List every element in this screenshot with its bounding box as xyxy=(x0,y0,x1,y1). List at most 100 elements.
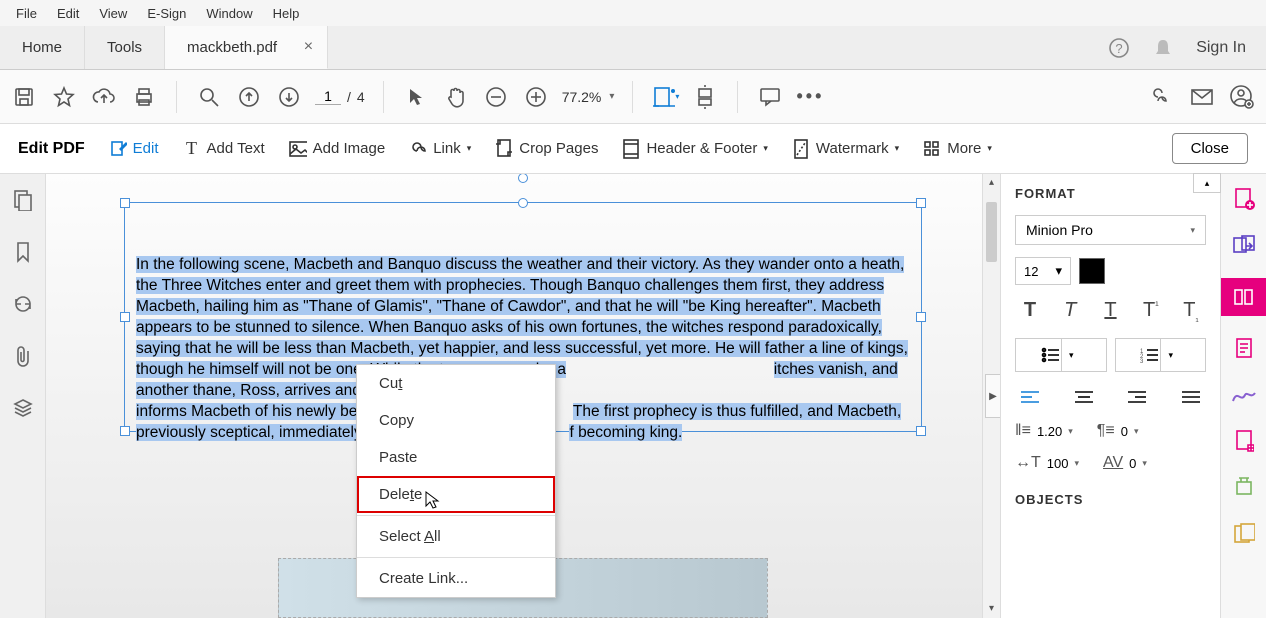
account-icon[interactable] xyxy=(1228,83,1256,111)
header-footer-button[interactable]: Header & Footer ▾ xyxy=(622,140,767,158)
ctx-create-link[interactable]: Create Link... xyxy=(357,560,555,597)
bold-button[interactable]: T xyxy=(1015,299,1045,324)
export-pdf-icon[interactable] xyxy=(1231,336,1257,362)
caret-icon[interactable]: ▾ xyxy=(1061,339,1081,371)
scroll-thumb[interactable] xyxy=(986,202,997,262)
hand-tool-icon[interactable] xyxy=(442,83,470,111)
attachment-icon[interactable] xyxy=(11,344,35,368)
print-icon[interactable] xyxy=(130,83,158,111)
sign-in-link[interactable]: Sign In xyxy=(1196,39,1246,57)
select-tool-icon[interactable] xyxy=(402,83,430,111)
save-icon[interactable] xyxy=(10,83,38,111)
fit-width-icon[interactable]: ▾ xyxy=(651,83,679,111)
close-tab-icon[interactable]: × xyxy=(304,38,313,56)
caret-icon[interactable]: ▾ xyxy=(1160,339,1180,371)
add-image-button[interactable]: Add Image xyxy=(289,140,386,158)
ctx-paste[interactable]: Paste xyxy=(357,439,555,476)
resize-handle[interactable] xyxy=(518,198,528,208)
superscript-button[interactable]: T¹ xyxy=(1136,299,1166,324)
resize-handle[interactable] xyxy=(916,426,926,436)
tab-document[interactable]: mackbeth.pdf × xyxy=(165,26,328,69)
bell-icon[interactable] xyxy=(1152,37,1174,59)
organize-icon[interactable] xyxy=(1231,428,1257,454)
ctx-divider xyxy=(357,515,555,516)
zoom-dropdown[interactable]: 77.2%▾ xyxy=(562,89,615,105)
help-icon[interactable]: ? xyxy=(1108,37,1130,59)
email-icon[interactable] xyxy=(1188,83,1216,111)
resize-handle[interactable] xyxy=(916,198,926,208)
thumbnails-icon[interactable] xyxy=(11,188,35,212)
ctx-select-all[interactable]: Select All xyxy=(357,518,555,555)
horizontal-scale-dropdown[interactable]: ↔T100▾ xyxy=(1015,454,1079,472)
menu-edit[interactable]: Edit xyxy=(47,3,89,24)
more-button[interactable]: More ▾ xyxy=(923,140,992,158)
tab-tools[interactable]: Tools xyxy=(85,26,165,69)
search-icon[interactable] xyxy=(195,83,223,111)
line-spacing-dropdown[interactable]: ‖≡1.20▾ xyxy=(1015,422,1073,440)
scroll-down-icon[interactable]: ▾ xyxy=(983,600,1000,618)
subscript-button[interactable]: T₁ xyxy=(1176,299,1206,324)
collapse-format-icon[interactable]: ▴ xyxy=(1193,173,1221,193)
resize-handle[interactable] xyxy=(120,426,130,436)
font-dropdown[interactable]: Minion Pro▾ xyxy=(1015,215,1206,245)
watermark-button[interactable]: Watermark ▾ xyxy=(792,140,899,158)
underline-button[interactable]: T xyxy=(1096,299,1126,324)
align-justify-button[interactable] xyxy=(1176,386,1206,408)
combine-files-icon[interactable] xyxy=(1231,232,1257,258)
ctx-copy[interactable]: Copy xyxy=(357,402,555,439)
comment-icon[interactable] xyxy=(756,83,784,111)
resize-handle[interactable] xyxy=(120,312,130,322)
italic-button[interactable]: T xyxy=(1055,299,1085,324)
scroll-up-icon[interactable]: ▴ xyxy=(983,174,1000,192)
font-color-swatch[interactable] xyxy=(1079,258,1105,284)
create-pdf-icon[interactable] xyxy=(1231,186,1257,212)
menu-window[interactable]: Window xyxy=(196,3,262,24)
font-size-dropdown[interactable]: 12▾ xyxy=(1015,257,1071,285)
next-page-icon[interactable] xyxy=(275,83,303,111)
bullet-list-button[interactable]: ▾ xyxy=(1015,338,1107,372)
resize-handle[interactable] xyxy=(916,312,926,322)
star-icon[interactable] xyxy=(50,83,78,111)
document-view[interactable]: In the following scene, Macbeth and Banq… xyxy=(46,174,1000,618)
scroll-mode-icon[interactable] xyxy=(691,83,719,111)
align-left-button[interactable] xyxy=(1015,386,1045,408)
edit-pdf-icon[interactable] xyxy=(1221,278,1266,316)
undo-redo-icon[interactable] xyxy=(11,292,35,316)
close-button[interactable]: Close xyxy=(1172,133,1248,164)
menu-bar: File Edit View E-Sign Window Help xyxy=(0,0,1266,26)
bookmark-icon[interactable] xyxy=(11,240,35,264)
tab-home[interactable]: Home xyxy=(0,26,85,69)
font-name: Minion Pro xyxy=(1026,222,1093,238)
more-tools-icon[interactable]: ••• xyxy=(796,83,824,111)
number-list-button[interactable]: 123 ▾ xyxy=(1115,338,1207,372)
edit-button[interactable]: Edit xyxy=(109,140,159,158)
rotate-handle[interactable] xyxy=(518,174,528,183)
resize-handle[interactable] xyxy=(120,198,130,208)
char-spacing-dropdown[interactable]: AV0▾ xyxy=(1103,454,1147,472)
prev-page-icon[interactable] xyxy=(235,83,263,111)
menu-esign[interactable]: E-Sign xyxy=(137,3,196,24)
layers-icon[interactable] xyxy=(11,396,35,420)
align-center-button[interactable] xyxy=(1069,386,1099,408)
page-current-input[interactable] xyxy=(315,88,341,105)
compress-icon[interactable] xyxy=(1231,474,1257,500)
format-panel: ▴ FORMAT Minion Pro▾ 12▾ T T T T¹ T₁ ▾ 1… xyxy=(1000,174,1220,618)
link-button[interactable]: Link ▾ xyxy=(409,140,471,158)
body-text-4b: f becoming king. xyxy=(569,424,682,441)
zoom-out-icon[interactable] xyxy=(482,83,510,111)
paragraph-spacing-dropdown[interactable]: ¶≡0▾ xyxy=(1097,422,1139,440)
add-text-button[interactable]: TAdd Text xyxy=(183,140,265,158)
ctx-cut[interactable]: Cut xyxy=(357,365,555,402)
protect-icon[interactable] xyxy=(1231,520,1257,546)
zoom-in-icon[interactable] xyxy=(522,83,550,111)
menu-file[interactable]: File xyxy=(6,3,47,24)
link-share-icon[interactable] xyxy=(1148,83,1176,111)
crop-pages-button[interactable]: Crop Pages xyxy=(495,140,598,158)
cloud-upload-icon[interactable] xyxy=(90,83,118,111)
collapse-right-panel[interactable]: ▶ xyxy=(985,374,1000,418)
align-right-button[interactable] xyxy=(1122,386,1152,408)
sign-icon[interactable] xyxy=(1231,382,1257,408)
ctx-delete[interactable]: Delete xyxy=(357,476,555,513)
menu-view[interactable]: View xyxy=(89,3,137,24)
menu-help[interactable]: Help xyxy=(263,3,310,24)
